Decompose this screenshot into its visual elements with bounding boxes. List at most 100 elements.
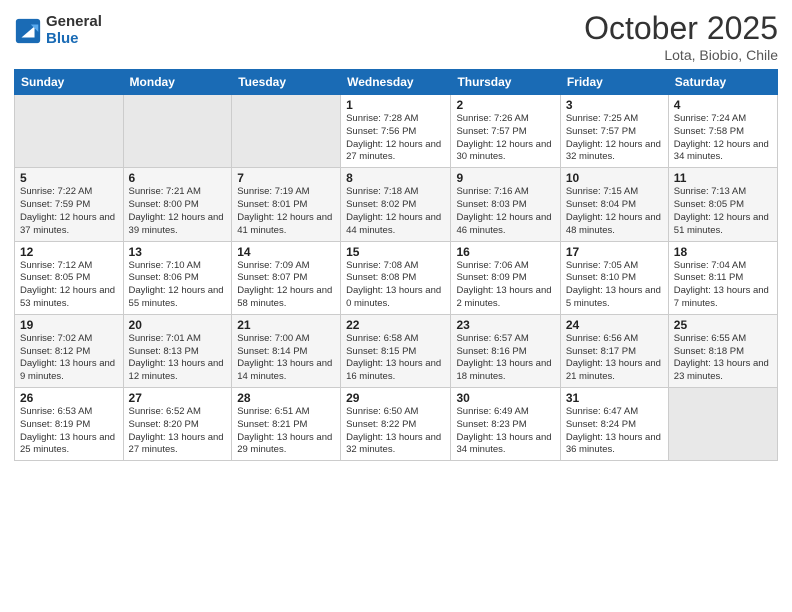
day-info: Sunrise: 6:50 AM Sunset: 8:22 PM Dayligh… [346,406,445,457]
calendar-cell: 16Sunrise: 7:06 AM Sunset: 8:09 PM Dayli… [451,241,560,314]
day-number: 10 [566,171,663,185]
day-number: 21 [237,318,335,332]
logo: General Blue [14,14,102,47]
day-info: Sunrise: 6:53 AM Sunset: 8:19 PM Dayligh… [20,406,118,457]
week-row-5: 26Sunrise: 6:53 AM Sunset: 8:19 PM Dayli… [15,388,778,461]
day-number: 14 [237,245,335,259]
day-number: 29 [346,391,445,405]
day-number: 3 [566,98,663,112]
day-info: Sunrise: 7:13 AM Sunset: 8:05 PM Dayligh… [674,186,772,237]
calendar-cell [15,95,124,168]
day-number: 9 [456,171,554,185]
calendar-cell [668,388,777,461]
day-info: Sunrise: 7:08 AM Sunset: 8:08 PM Dayligh… [346,260,445,311]
day-number: 27 [129,391,227,405]
day-info: Sunrise: 6:55 AM Sunset: 8:18 PM Dayligh… [674,333,772,384]
logo-text: General Blue [46,14,102,47]
day-number: 15 [346,245,445,259]
day-number: 31 [566,391,663,405]
calendar-cell: 3Sunrise: 7:25 AM Sunset: 7:57 PM Daylig… [560,95,668,168]
calendar-cell: 4Sunrise: 7:24 AM Sunset: 7:58 PM Daylig… [668,95,777,168]
day-number: 30 [456,391,554,405]
weekday-header-friday: Friday [560,70,668,95]
day-info: Sunrise: 6:52 AM Sunset: 8:20 PM Dayligh… [129,406,227,457]
logo-icon [14,17,42,45]
day-number: 7 [237,171,335,185]
day-number: 20 [129,318,227,332]
calendar-cell: 22Sunrise: 6:58 AM Sunset: 8:15 PM Dayli… [341,314,451,387]
day-info: Sunrise: 7:02 AM Sunset: 8:12 PM Dayligh… [20,333,118,384]
day-number: 12 [20,245,118,259]
day-info: Sunrise: 7:12 AM Sunset: 8:05 PM Dayligh… [20,260,118,311]
page: General Blue October 2025 Lota, Biobio, … [0,0,792,612]
calendar-cell: 17Sunrise: 7:05 AM Sunset: 8:10 PM Dayli… [560,241,668,314]
calendar-cell: 7Sunrise: 7:19 AM Sunset: 8:01 PM Daylig… [232,168,341,241]
day-number: 8 [346,171,445,185]
day-info: Sunrise: 7:28 AM Sunset: 7:56 PM Dayligh… [346,113,445,164]
day-number: 13 [129,245,227,259]
weekday-header-thursday: Thursday [451,70,560,95]
day-info: Sunrise: 7:15 AM Sunset: 8:04 PM Dayligh… [566,186,663,237]
day-info: Sunrise: 7:00 AM Sunset: 8:14 PM Dayligh… [237,333,335,384]
week-row-3: 12Sunrise: 7:12 AM Sunset: 8:05 PM Dayli… [15,241,778,314]
day-number: 28 [237,391,335,405]
day-number: 17 [566,245,663,259]
day-info: Sunrise: 7:04 AM Sunset: 8:11 PM Dayligh… [674,260,772,311]
day-info: Sunrise: 6:57 AM Sunset: 8:16 PM Dayligh… [456,333,554,384]
day-number: 25 [674,318,772,332]
day-info: Sunrise: 7:05 AM Sunset: 8:10 PM Dayligh… [566,260,663,311]
calendar-cell: 18Sunrise: 7:04 AM Sunset: 8:11 PM Dayli… [668,241,777,314]
calendar-cell: 8Sunrise: 7:18 AM Sunset: 8:02 PM Daylig… [341,168,451,241]
day-info: Sunrise: 7:16 AM Sunset: 8:03 PM Dayligh… [456,186,554,237]
title-block: October 2025 Lota, Biobio, Chile [584,10,778,63]
calendar-cell: 25Sunrise: 6:55 AM Sunset: 8:18 PM Dayli… [668,314,777,387]
calendar-cell: 30Sunrise: 6:49 AM Sunset: 8:23 PM Dayli… [451,388,560,461]
calendar-cell: 14Sunrise: 7:09 AM Sunset: 8:07 PM Dayli… [232,241,341,314]
day-info: Sunrise: 7:01 AM Sunset: 8:13 PM Dayligh… [129,333,227,384]
day-info: Sunrise: 7:25 AM Sunset: 7:57 PM Dayligh… [566,113,663,164]
day-number: 26 [20,391,118,405]
calendar-cell: 12Sunrise: 7:12 AM Sunset: 8:05 PM Dayli… [15,241,124,314]
calendar-cell [232,95,341,168]
location-subtitle: Lota, Biobio, Chile [584,47,778,63]
calendar-cell: 28Sunrise: 6:51 AM Sunset: 8:21 PM Dayli… [232,388,341,461]
month-title: October 2025 [584,10,778,47]
day-number: 19 [20,318,118,332]
calendar-cell: 5Sunrise: 7:22 AM Sunset: 7:59 PM Daylig… [15,168,124,241]
day-number: 5 [20,171,118,185]
header: General Blue October 2025 Lota, Biobio, … [14,10,778,63]
calendar-cell: 2Sunrise: 7:26 AM Sunset: 7:57 PM Daylig… [451,95,560,168]
calendar-cell: 15Sunrise: 7:08 AM Sunset: 8:08 PM Dayli… [341,241,451,314]
weekday-header-sunday: Sunday [15,70,124,95]
calendar-cell: 24Sunrise: 6:56 AM Sunset: 8:17 PM Dayli… [560,314,668,387]
calendar-cell: 29Sunrise: 6:50 AM Sunset: 8:22 PM Dayli… [341,388,451,461]
calendar-cell: 9Sunrise: 7:16 AM Sunset: 8:03 PM Daylig… [451,168,560,241]
day-info: Sunrise: 7:10 AM Sunset: 8:06 PM Dayligh… [129,260,227,311]
calendar-cell: 11Sunrise: 7:13 AM Sunset: 8:05 PM Dayli… [668,168,777,241]
day-number: 1 [346,98,445,112]
calendar-cell [123,95,232,168]
day-number: 18 [674,245,772,259]
day-info: Sunrise: 6:49 AM Sunset: 8:23 PM Dayligh… [456,406,554,457]
day-number: 22 [346,318,445,332]
day-info: Sunrise: 6:47 AM Sunset: 8:24 PM Dayligh… [566,406,663,457]
calendar-cell: 27Sunrise: 6:52 AM Sunset: 8:20 PM Dayli… [123,388,232,461]
day-number: 11 [674,171,772,185]
day-info: Sunrise: 6:51 AM Sunset: 8:21 PM Dayligh… [237,406,335,457]
calendar-cell: 1Sunrise: 7:28 AM Sunset: 7:56 PM Daylig… [341,95,451,168]
day-number: 6 [129,171,227,185]
day-info: Sunrise: 7:22 AM Sunset: 7:59 PM Dayligh… [20,186,118,237]
day-number: 4 [674,98,772,112]
day-number: 16 [456,245,554,259]
day-info: Sunrise: 7:26 AM Sunset: 7:57 PM Dayligh… [456,113,554,164]
week-row-4: 19Sunrise: 7:02 AM Sunset: 8:12 PM Dayli… [15,314,778,387]
calendar-cell: 20Sunrise: 7:01 AM Sunset: 8:13 PM Dayli… [123,314,232,387]
weekday-header-saturday: Saturday [668,70,777,95]
calendar-table: SundayMondayTuesdayWednesdayThursdayFrid… [14,69,778,461]
calendar-cell: 10Sunrise: 7:15 AM Sunset: 8:04 PM Dayli… [560,168,668,241]
calendar-cell: 13Sunrise: 7:10 AM Sunset: 8:06 PM Dayli… [123,241,232,314]
weekday-header-wednesday: Wednesday [341,70,451,95]
day-info: Sunrise: 7:18 AM Sunset: 8:02 PM Dayligh… [346,186,445,237]
weekday-header-tuesday: Tuesday [232,70,341,95]
week-row-2: 5Sunrise: 7:22 AM Sunset: 7:59 PM Daylig… [15,168,778,241]
